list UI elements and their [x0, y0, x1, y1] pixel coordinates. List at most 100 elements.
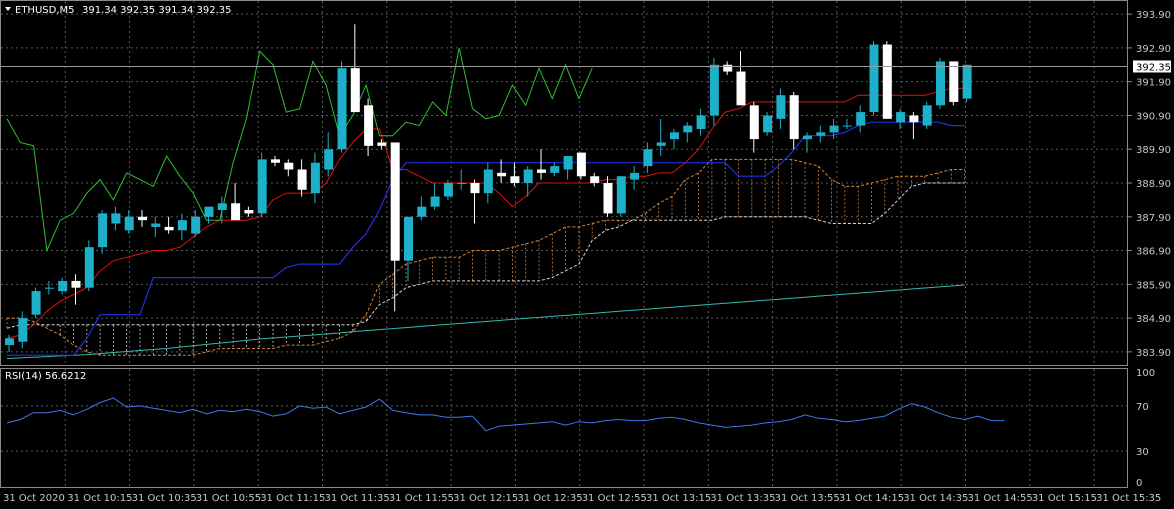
candle-body — [377, 142, 387, 146]
candle-body — [922, 105, 932, 126]
price-tick-label: 390.90 — [1136, 111, 1171, 122]
candle-body — [31, 291, 41, 315]
price-tick-label: 386.90 — [1136, 247, 1171, 258]
candle[interactable] — [869, 41, 879, 116]
candle-body — [71, 280, 81, 288]
candle-body — [829, 125, 839, 133]
current-price-label: 392.35 — [1136, 62, 1171, 73]
candle-body — [550, 166, 560, 173]
candle-body — [98, 213, 108, 248]
candle-body — [576, 152, 586, 177]
candle-body — [949, 61, 959, 102]
symbol-header: ETHUSD,M5 — [15, 5, 74, 16]
candle-body — [537, 169, 546, 173]
candle-body — [616, 176, 626, 214]
price-tick-label: 389.90 — [1136, 145, 1171, 156]
rsi-tick-label: 0 — [1136, 478, 1142, 489]
candle-body — [869, 44, 879, 113]
candle-body — [882, 44, 892, 119]
price-tick-label: 385.90 — [1136, 280, 1171, 291]
candle-body — [590, 176, 600, 183]
candle-body — [736, 71, 746, 106]
time-tick-label: 31 Oct 12:35 — [517, 493, 582, 504]
price-tick-label: 387.90 — [1136, 213, 1171, 224]
candle-body — [364, 105, 374, 146]
candle-body — [656, 142, 666, 146]
time-tick-label: 31 Oct 15:15 — [1032, 493, 1097, 504]
candle-body — [164, 226, 174, 231]
candle-body — [630, 172, 640, 180]
candle[interactable] — [962, 64, 972, 102]
candle[interactable] — [936, 58, 945, 109]
price-tick-label: 383.90 — [1136, 348, 1171, 359]
candle-body — [417, 206, 427, 217]
candle-body — [271, 159, 280, 163]
candle-body — [111, 213, 121, 224]
candle-body — [789, 95, 799, 140]
candle-body — [124, 216, 134, 231]
candle[interactable] — [922, 101, 932, 129]
candle-body — [244, 210, 254, 214]
candle-body — [856, 112, 866, 126]
candle[interactable] — [84, 240, 94, 292]
candle[interactable] — [949, 61, 959, 106]
candle[interactable] — [763, 112, 773, 136]
price-tick-label: 384.90 — [1136, 314, 1171, 325]
candle-body — [5, 338, 14, 346]
candle-body — [497, 172, 507, 177]
candle-body — [763, 115, 773, 133]
candle-body — [257, 159, 267, 214]
candle-body — [603, 183, 613, 214]
candle[interactable] — [576, 152, 586, 180]
time-tick-label: 31 Oct 10:55 — [196, 493, 261, 504]
candle[interactable] — [616, 176, 626, 217]
candle-body — [670, 132, 679, 140]
candle-body — [510, 176, 520, 183]
candle-body — [896, 112, 906, 123]
candle-body — [936, 61, 945, 106]
time-tick-label: 31 Oct 13:15 — [646, 493, 711, 504]
time-tick-label: 31 Oct 10:15 — [67, 493, 132, 504]
candle-body — [44, 287, 54, 289]
candle-body — [709, 64, 719, 116]
time-axis: 31 Oct 2020 31 Oct 10:15 31 Oct 10:35 31 Oc… — [3, 493, 1161, 504]
candle-body — [470, 183, 480, 194]
candle-body — [297, 169, 307, 190]
rsi-tick-label: 30 — [1136, 447, 1149, 458]
candle-body — [58, 280, 68, 292]
candle-body — [842, 125, 852, 127]
ohlc-header: 391.34 392.35 391.34 392.35 — [82, 5, 232, 16]
candle-body — [909, 115, 919, 123]
time-tick-label: 31 Oct 11:55 — [389, 493, 454, 504]
candle-body — [191, 216, 201, 234]
rsi-tick-label: 100 — [1136, 368, 1155, 379]
candle-body — [723, 64, 733, 72]
time-tick-label: 31 Oct 14:35 — [903, 493, 968, 504]
candle-body — [643, 149, 653, 167]
candle-body — [231, 203, 241, 221]
candle-body — [84, 247, 94, 288]
candle-body — [324, 149, 334, 170]
candle[interactable] — [337, 61, 347, 153]
candle-body — [457, 183, 467, 184]
candle-body — [404, 216, 413, 261]
time-tick-label: 31 Oct 15:35 — [1096, 493, 1161, 504]
time-tick-label: 31 Oct 10:35 — [132, 493, 197, 504]
time-tick-label: 31 Oct 14:15 — [839, 493, 904, 504]
price-tick-label: 391.90 — [1136, 78, 1171, 89]
candle-body — [696, 115, 706, 129]
candle-body — [350, 68, 360, 113]
chart-window[interactable]: 393.90 392.90 391.90 390.90 389.90 388.90 387.… — [0, 0, 1174, 509]
candle-body — [284, 162, 294, 170]
time-tick-label: 31 Oct 13:55 — [775, 493, 840, 504]
candle[interactable] — [882, 41, 892, 119]
candle[interactable] — [257, 152, 267, 217]
candle-body — [483, 169, 493, 194]
candle-body — [177, 220, 187, 231]
candle-body — [443, 183, 453, 197]
candle-body — [204, 206, 214, 217]
candle[interactable] — [31, 287, 41, 319]
price-tick-label: 392.90 — [1136, 44, 1171, 55]
chart-canvas[interactable]: 393.90 392.90 391.90 390.90 389.90 388.90 387.… — [0, 0, 1174, 509]
time-tick-label: 31 Oct 2020 — [3, 493, 65, 504]
